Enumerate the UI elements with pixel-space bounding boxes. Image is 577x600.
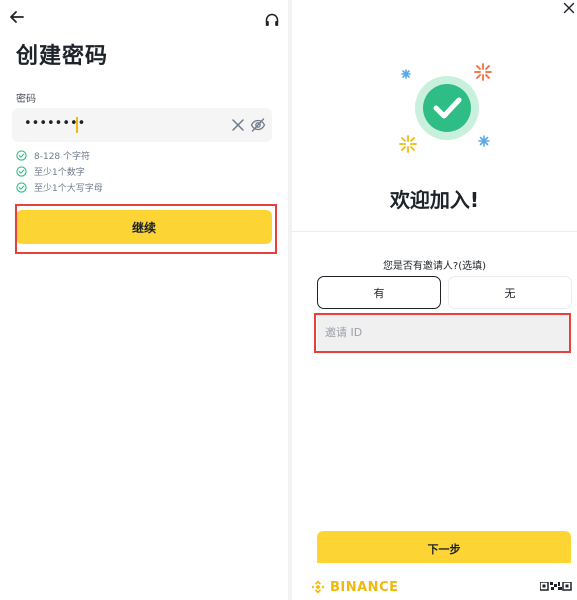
requirement-uppercase: 至少1个大写字母 (16, 180, 103, 194)
invite-id-input[interactable] (317, 313, 571, 351)
page-title: 创建密码 (16, 44, 109, 69)
check-circle-icon (16, 181, 27, 193)
continue-button[interactable]: 继续 (16, 210, 272, 244)
referrer-no-button[interactable]: 无 (448, 276, 572, 309)
headset-icon[interactable] (264, 12, 280, 28)
text-caret (76, 117, 78, 133)
referrer-yes-button[interactable]: 有 (317, 276, 441, 309)
password-label: 密码 (16, 94, 36, 105)
close-icon[interactable] (563, 2, 575, 14)
requirement-length: 8-128 个字符 (16, 148, 90, 162)
brand-name: BINANCE (330, 579, 399, 595)
clear-icon[interactable] (231, 118, 245, 132)
check-circle-icon (16, 165, 27, 177)
qr-code-icon (540, 582, 572, 591)
requirement-text: 至少1个数字 (34, 167, 85, 178)
check-circle-icon (16, 149, 27, 161)
password-input[interactable]: •••••••• (12, 108, 272, 142)
binance-logo-icon (311, 580, 325, 594)
back-arrow-icon[interactable] (8, 8, 26, 26)
next-step-button[interactable]: 下一步 (317, 531, 571, 563)
success-illustration-icon (399, 63, 492, 153)
referrer-question: 您是否有邀请人?(选填) (382, 261, 487, 272)
welcome-screen: 欢迎加入! 您是否有邀请人?(选填) 有 无 下一步 BINANCE (292, 0, 577, 600)
create-password-screen: 创建密码 密码 •••••••• 8-128 个字符 至少1个数字 至少1个大写… (0, 0, 288, 600)
requirement-text: 至少1个大写字母 (34, 183, 103, 194)
welcome-title: 欢迎加入! (389, 188, 480, 212)
eye-off-icon[interactable] (250, 117, 266, 133)
requirement-number: 至少1个数字 (16, 164, 85, 178)
requirement-text: 8-128 个字符 (34, 151, 91, 162)
divider (292, 231, 577, 232)
footer-bar: BINANCE (292, 564, 577, 600)
brand-logo: BINANCE (310, 579, 399, 595)
